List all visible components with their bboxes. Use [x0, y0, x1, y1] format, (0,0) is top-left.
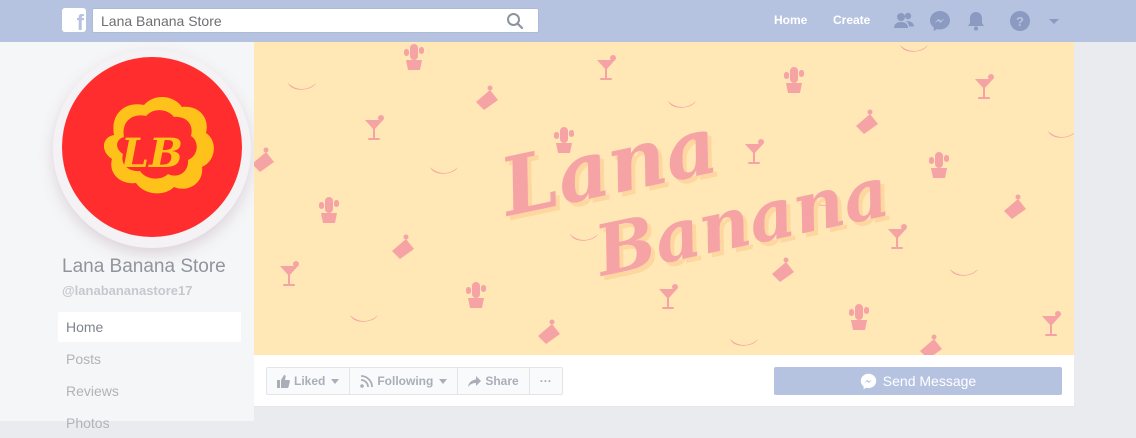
notifications-icon[interactable] — [965, 10, 987, 32]
sidebar-item-home[interactable]: Home — [58, 312, 241, 342]
lana-banana-script-logo: Lana Lana Banana Banana — [490, 97, 900, 297]
sidebar-item-reviews[interactable]: Reviews — [58, 376, 241, 406]
page-action-bar: Liked Following Share ··· Send Message — [254, 355, 1074, 407]
messenger-icon — [860, 373, 877, 389]
svg-text:LB: LB — [120, 130, 183, 177]
more-options-button[interactable]: ··· — [530, 368, 562, 394]
page-avatar[interactable]: LB — [62, 57, 242, 237]
send-message-label: Send Message — [882, 373, 977, 389]
following-button[interactable]: Following — [350, 368, 459, 394]
search-input[interactable] — [93, 9, 493, 32]
cover-photo[interactable]: Lana Lana Banana Banana — [254, 42, 1074, 355]
sidebar-item-photos[interactable]: Photos — [58, 408, 241, 438]
page-name: Lana Banana Store — [62, 256, 226, 277]
more-options-icon: ··· — [539, 374, 552, 388]
liked-button[interactable]: Liked — [267, 368, 351, 394]
share-arrow-icon — [468, 375, 482, 387]
top-navigation-bar: f Home Create ? — [0, 0, 1136, 42]
facebook-logo-icon[interactable]: f — [62, 8, 86, 34]
page-username[interactable]: @lanabananastore17 — [62, 283, 192, 298]
nav-home-link[interactable]: Home — [774, 13, 807, 27]
cover-pattern: Lana Lana Banana Banana — [254, 44, 1074, 355]
liked-button-label: Liked — [294, 374, 326, 388]
share-button-label: Share — [485, 374, 519, 388]
help-icon[interactable]: ? — [1009, 10, 1031, 32]
thumbs-up-icon — [277, 374, 290, 388]
following-button-label: Following — [377, 374, 434, 388]
nav-create-link[interactable]: Create — [833, 13, 870, 27]
following-dropdown-caret-icon — [439, 378, 448, 384]
svg-text:?: ? — [1016, 14, 1024, 29]
account-menu-chevron-icon[interactable] — [1047, 14, 1061, 28]
search-icon[interactable] — [506, 12, 524, 30]
send-message-button[interactable]: Send Message — [774, 367, 1062, 395]
messenger-icon[interactable] — [929, 10, 951, 32]
search-box[interactable] — [92, 8, 539, 33]
share-button[interactable]: Share — [458, 368, 530, 394]
lana-banana-monogram-logo: LB — [103, 96, 214, 194]
friends-icon[interactable] — [893, 10, 915, 32]
rss-feed-icon — [360, 374, 374, 388]
sidebar-item-posts[interactable]: Posts — [58, 344, 241, 374]
liked-dropdown-caret-icon — [331, 378, 340, 384]
page-action-buttons: Liked Following Share ··· — [266, 367, 563, 395]
